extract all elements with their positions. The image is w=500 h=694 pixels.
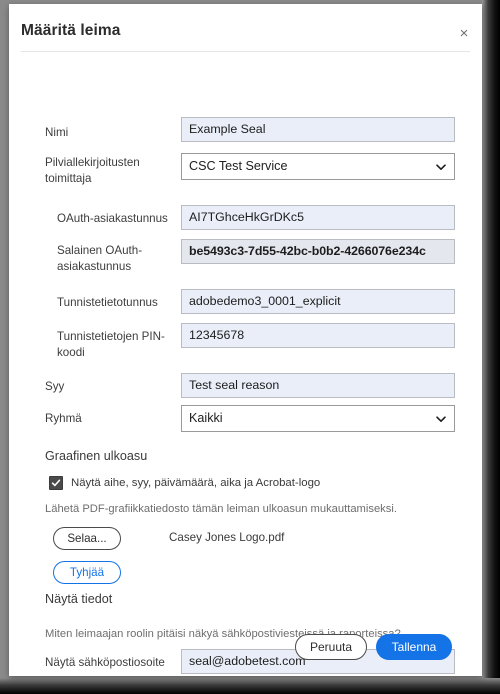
chevron-down-icon <box>436 415 446 422</box>
credential-id-input[interactable]: adobedemo3_0001_explicit <box>181 289 455 314</box>
group-label: Ryhmä <box>45 412 82 425</box>
clear-button[interactable]: Tyhjää <box>53 561 121 584</box>
details-section-title: Näytä tiedot <box>45 592 113 606</box>
uploaded-file-name: Casey Jones Logo.pdf <box>169 531 285 544</box>
group-select-value: Kaikki <box>189 411 223 425</box>
close-icon[interactable]: × <box>453 22 475 44</box>
name-label: Nimi <box>45 126 69 139</box>
chevron-down-icon <box>436 163 446 170</box>
cancel-button[interactable]: Peruuta <box>295 634 367 660</box>
reason-label: Syy <box>45 380 65 393</box>
provider-select[interactable]: CSC Test Service <box>181 153 455 180</box>
dialog-header: Määritä leima × <box>9 4 482 51</box>
name-input[interactable]: Example Seal <box>181 117 455 142</box>
appearance-section-title: Graafinen ulkoasu <box>45 449 148 463</box>
show-details-checkbox-label: Näytä aihe, syy, päivämäärä, aika ja Acr… <box>71 477 321 489</box>
dialog-title: Määritä leima <box>21 22 121 39</box>
credential-pin-input[interactable]: 12345678 <box>181 323 455 348</box>
window-shadow-bottom <box>0 678 500 694</box>
reason-input[interactable]: Test seal reason <box>181 373 455 398</box>
browse-button[interactable]: Selaa... <box>53 527 121 550</box>
show-details-checkbox-row[interactable]: Näytä aihe, syy, päivämäärä, aika ja Acr… <box>49 476 320 490</box>
oauth-client-id-input[interactable]: AI7TGhceHkGrDKc5 <box>181 205 455 230</box>
provider-select-value: CSC Test Service <box>189 159 288 173</box>
window-shadow-right <box>482 0 500 694</box>
configure-seal-dialog: Määritä leima × Nimi Example Seal Pilvia… <box>9 4 482 676</box>
credential-id-label: Tunnistetietotunnus <box>57 296 158 309</box>
provider-label: Pilviallekirjoitusten toimittaja <box>45 156 140 185</box>
oauth-client-secret-input[interactable]: be5493c3-7d55-42bc-b0b2-4266076e234c <box>181 239 455 264</box>
header-divider <box>21 51 470 52</box>
credential-pin-label: Tunnistetietojen PIN-koodi <box>57 330 165 359</box>
oauth-client-id-label: OAuth-asiakastunnus <box>57 212 168 225</box>
upload-hint: Lähetä PDF-grafiikkatiedosto tämän leima… <box>45 503 397 515</box>
group-select[interactable]: Kaikki <box>181 405 455 432</box>
checkbox-checked-icon[interactable] <box>49 476 63 490</box>
save-button[interactable]: Tallenna <box>376 634 452 660</box>
dialog-footer: Peruuta Tallenna <box>9 622 482 676</box>
oauth-client-secret-label: Salainen OAuth-asiakastunnus <box>57 244 143 273</box>
